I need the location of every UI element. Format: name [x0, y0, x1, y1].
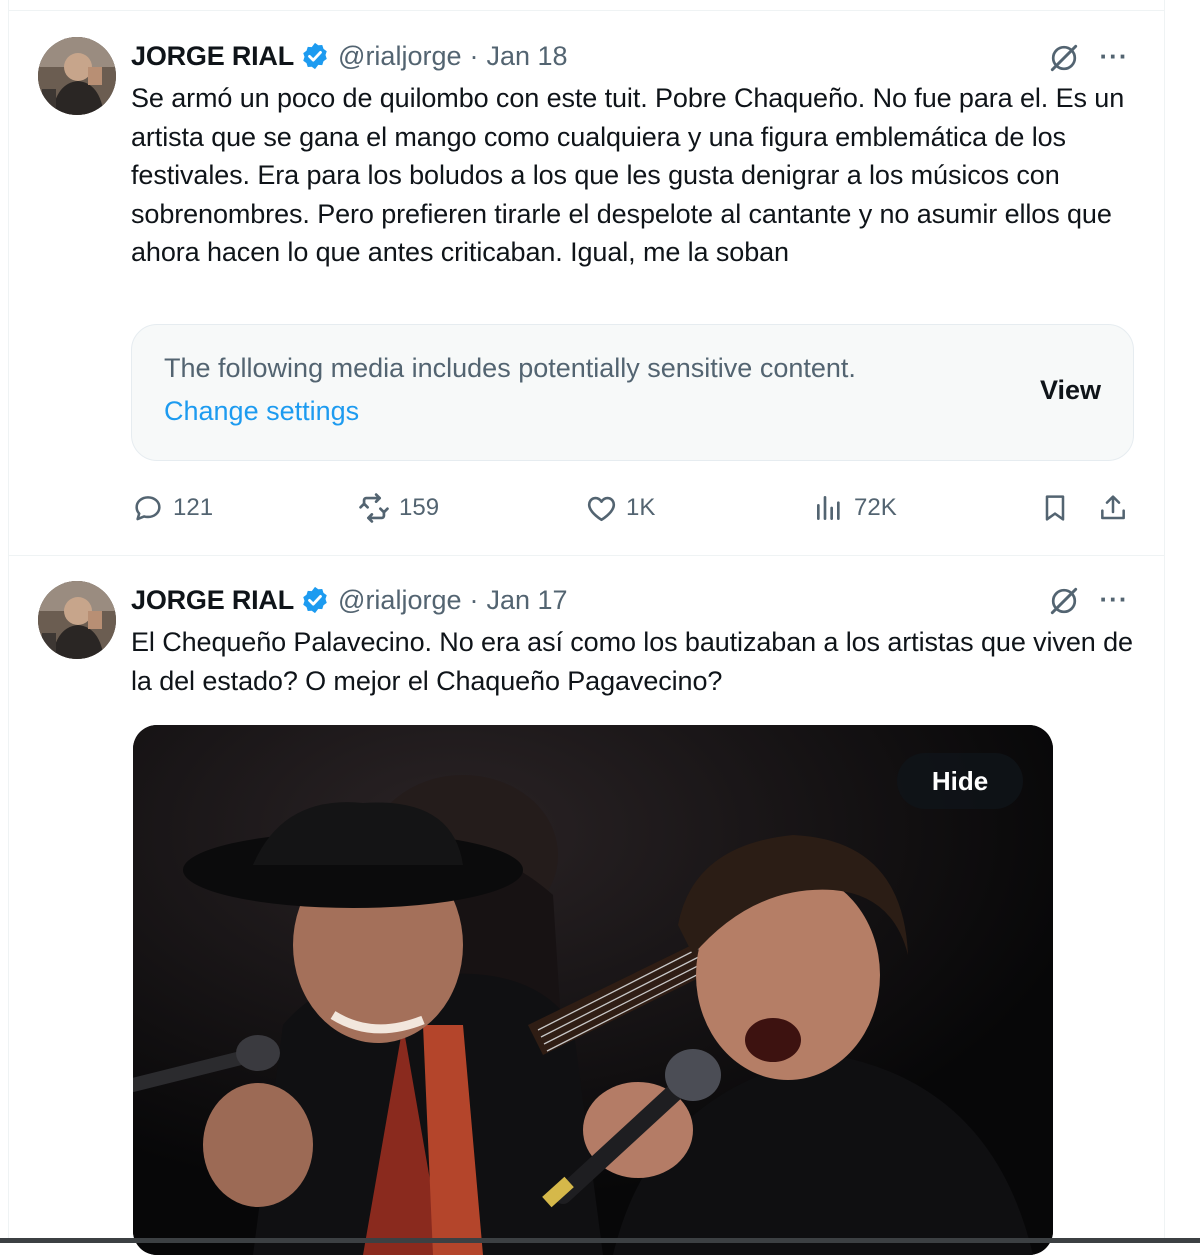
views-icon [812, 491, 846, 525]
author-handle[interactable]: @rialjorge [338, 585, 461, 616]
views-count: 72K [854, 494, 897, 521]
author-name[interactable]: JORGE RIAL [131, 585, 294, 616]
repost-icon [357, 491, 391, 525]
author-handle[interactable]: @rialjorge [338, 41, 461, 72]
tweet-2[interactable]: JORGE RIAL @rialjorge · Jan 17 ··· El Ch… [8, 556, 1165, 1255]
reply-icon [131, 491, 165, 525]
hide-media-button[interactable]: Hide [897, 753, 1023, 809]
tweet-header: JORGE RIAL @rialjorge · Jan 18 [131, 36, 568, 76]
avatar[interactable] [38, 581, 116, 659]
share-action[interactable] [1096, 488, 1130, 528]
tweet-1[interactable]: JORGE RIAL @rialjorge · Jan 18 ··· Se ar… [8, 0, 1165, 555]
verified-badge-icon [300, 585, 330, 615]
like-count: 1K [626, 494, 656, 521]
tweet-media-video[interactable]: Hide [133, 725, 1053, 1255]
tweet-text: Se armó un poco de quilombo con este tui… [131, 83, 1125, 267]
change-settings-link[interactable]: Change settings [164, 396, 359, 427]
separator-dot: · [469, 40, 479, 71]
more-icon[interactable]: ··· [1094, 579, 1134, 619]
repost-count: 159 [399, 494, 440, 521]
sensitive-media-notice: The following media includes potentially… [131, 324, 1134, 461]
bookmark-icon [1038, 491, 1072, 525]
tweet-date[interactable]: Jan 17 [486, 585, 567, 616]
separator-dot: · [469, 584, 479, 615]
like-action[interactable]: 1K [584, 488, 655, 528]
sensitive-message: The following media includes potentially… [164, 353, 856, 383]
share-icon [1096, 491, 1130, 525]
window-bottom-bar [0, 1238, 1200, 1243]
grok-icon[interactable] [1044, 38, 1084, 78]
repost-action[interactable]: 159 [357, 488, 439, 528]
tweet-header: JORGE RIAL @rialjorge · Jan 17 [131, 580, 568, 620]
tweet-date[interactable]: Jan 18 [486, 41, 567, 72]
views-action[interactable]: 72K [812, 488, 897, 528]
bookmark-action[interactable] [1038, 488, 1072, 528]
view-button[interactable]: View [1040, 375, 1101, 406]
tweet-text: El Chequeño Palavecino. No era así como … [131, 627, 1133, 696]
author-name[interactable]: JORGE RIAL [131, 41, 294, 72]
reply-count: 121 [173, 494, 214, 521]
verified-badge-icon [300, 41, 330, 71]
grok-icon[interactable] [1044, 581, 1084, 621]
avatar[interactable] [38, 37, 116, 115]
reply-action[interactable]: 121 [131, 488, 213, 528]
like-icon [584, 491, 618, 525]
more-icon[interactable]: ··· [1094, 36, 1134, 76]
